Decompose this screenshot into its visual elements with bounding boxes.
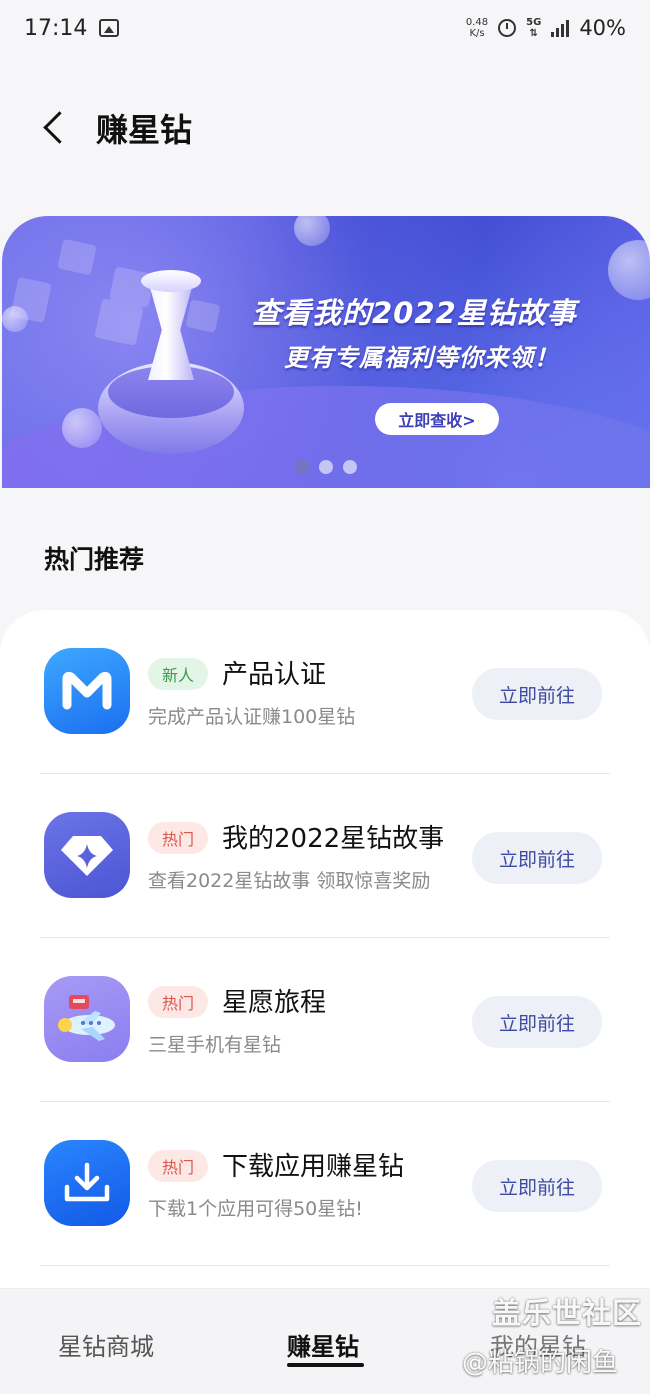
m-logo-icon [44, 648, 130, 734]
network-type-label: 5G [526, 17, 542, 28]
item-title: 产品认证 [222, 660, 327, 690]
hot-badge: 热门 [148, 822, 209, 854]
item-description: 下载1个应用可得50星钻! [148, 1198, 363, 1220]
decorative-bubble [2, 306, 28, 332]
banner-cta-button[interactable]: 立即查收> [375, 403, 499, 435]
item-title: 星愿旅程 [222, 988, 327, 1018]
list-item[interactable]: 热门 下载应用赚星钻 下载1个应用可得50星钻! 立即前往 [0, 1102, 650, 1266]
airplane-travel-icon [44, 976, 130, 1062]
status-right: 0.48 K/s 5G ⇅ 40% [466, 16, 626, 40]
pager-dot[interactable] [319, 460, 333, 474]
diamond-star-icon [44, 812, 130, 898]
watermark-community: 盖乐世社区 [491, 1296, 642, 1330]
battery-level: 40% [579, 16, 626, 40]
status-left: 17:14 [24, 15, 120, 41]
page-title: 赚星钻 [96, 111, 193, 149]
alarm-icon [498, 19, 517, 37]
go-now-button[interactable]: 立即前往 [472, 668, 602, 720]
signal-icon [551, 19, 570, 37]
new-user-badge: 新人 [148, 658, 209, 690]
back-button[interactable] [38, 108, 78, 148]
item-description: 三星手机有星钻 [148, 1034, 282, 1056]
hot-badge: 热门 [148, 1150, 209, 1182]
status-time: 17:14 [24, 15, 88, 41]
watermark: 盖乐世社区 @粘锅的闲鱼 [462, 1290, 642, 1379]
header: 赚星钻 [0, 96, 650, 160]
hot-badge: 热门 [148, 986, 209, 1018]
tab-earn-diamonds[interactable]: 赚星钻 [287, 1327, 359, 1362]
pager-dot[interactable] [343, 460, 357, 474]
banner-pager [2, 460, 650, 474]
download-tray-icon [44, 1140, 130, 1226]
go-now-button[interactable]: 立即前往 [472, 996, 602, 1048]
banner-subtitle: 更有专属福利等你来领！ [284, 344, 559, 372]
list-item[interactable]: 热门 星愿旅程 三星手机有星钻 立即前往 [0, 938, 650, 1102]
tab-diamond-shop[interactable]: 星钻商城 [58, 1327, 154, 1362]
item-description: 查看2022星钻故事 领取惊喜奖励 [148, 870, 431, 892]
network-type: 5G ⇅ [526, 17, 541, 39]
watermark-author: @粘锅的闲鱼 [462, 1348, 619, 1378]
divider [40, 1265, 610, 1266]
net-speed-value: 0.48 [465, 17, 489, 28]
hourglass-illustration [96, 266, 246, 466]
net-speed-indicator: 0.48 K/s [466, 17, 488, 39]
item-description: 完成产品认证赚100星钻 [148, 706, 356, 728]
pager-dot[interactable] [295, 460, 309, 474]
list-item[interactable]: 热门 我的2022星钻故事 查看2022星钻故事 领取惊喜奖励 立即前往 [0, 774, 650, 938]
data-arrows-icon: ⇅ [529, 28, 538, 39]
go-now-button[interactable]: 立即前往 [472, 1160, 602, 1212]
status-bar: 17:14 0.48 K/s 5G ⇅ 40% [0, 0, 650, 56]
go-now-button[interactable]: 立即前往 [472, 832, 602, 884]
gallery-icon [99, 19, 120, 37]
active-tab-indicator [287, 1363, 364, 1367]
item-title: 下载应用赚星钻 [222, 1152, 405, 1182]
task-list-card: 新人 产品认证 完成产品认证赚100星钻 立即前往 热门 我的2022星钻故事 … [0, 610, 650, 1300]
section-title: 热门推荐 [44, 545, 145, 574]
list-item[interactable]: 新人 产品认证 完成产品认证赚100星钻 立即前往 [0, 610, 650, 774]
item-title: 我的2022星钻故事 [222, 824, 445, 854]
net-speed-unit: K/s [469, 28, 485, 39]
promo-banner[interactable]: 查看我的2022星钻故事 更有专属福利等你来领！ 立即查收> [2, 216, 650, 488]
banner-title: 查看我的2022星钻故事 [252, 296, 577, 330]
